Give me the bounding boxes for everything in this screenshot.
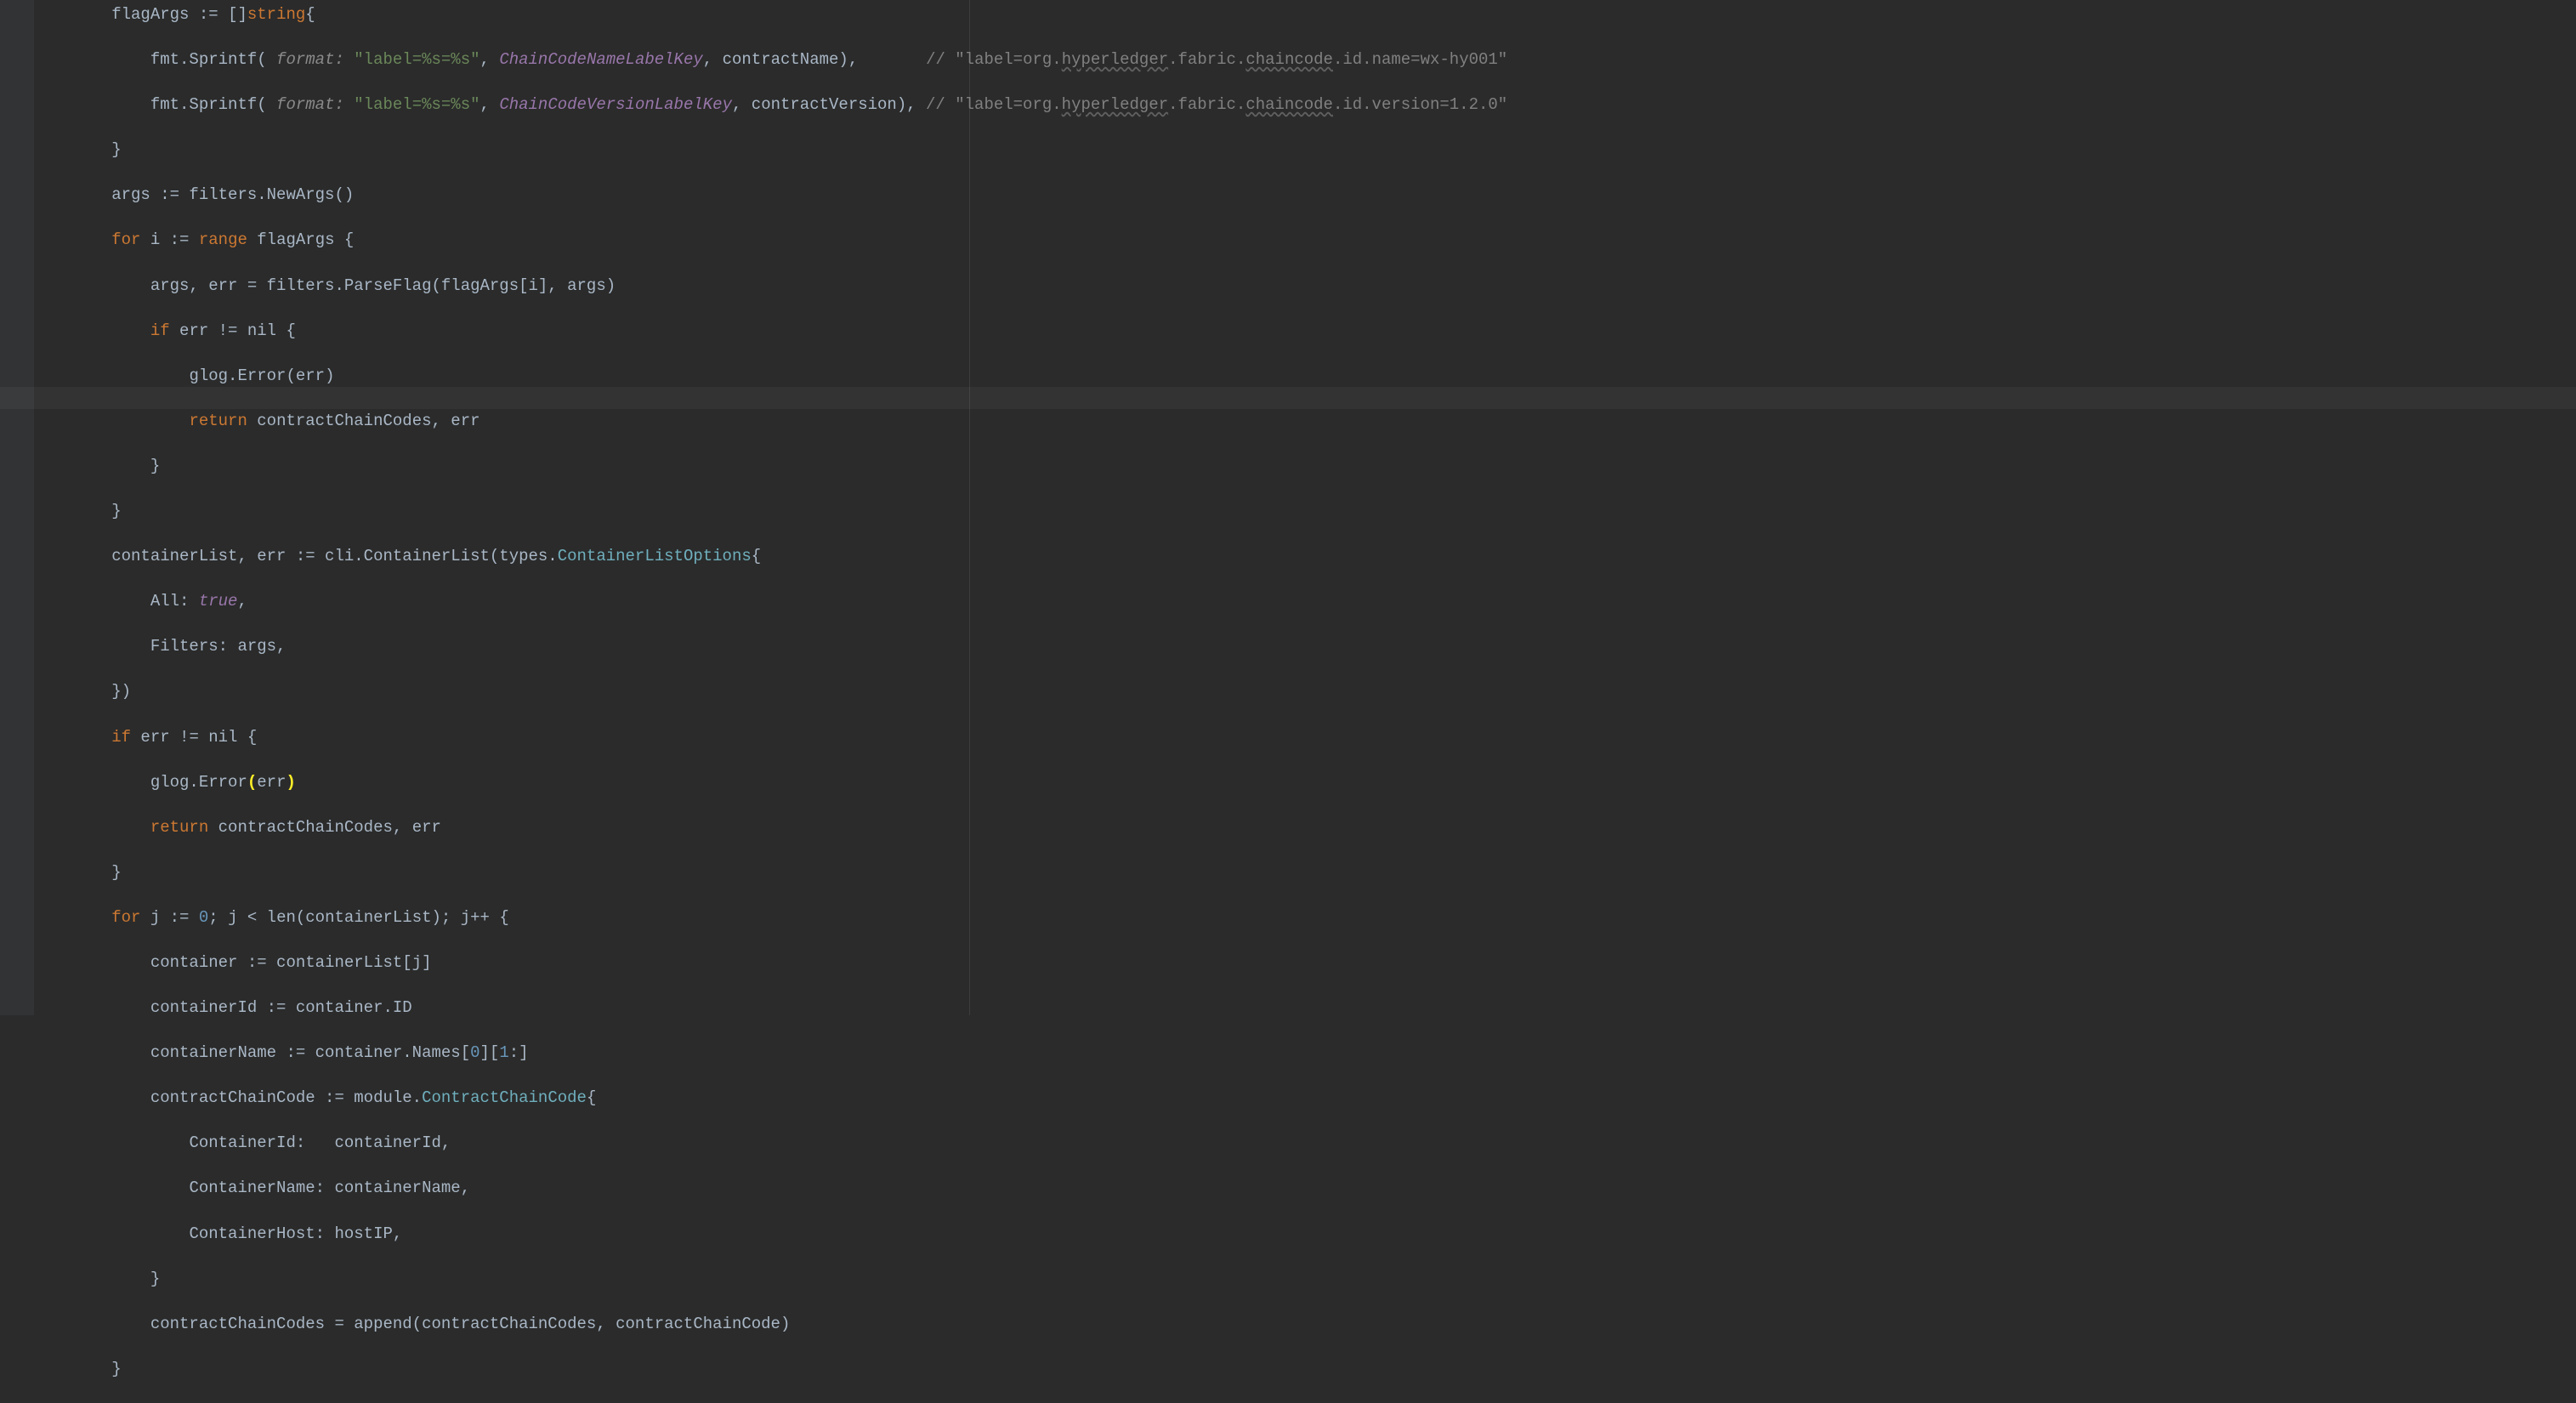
code-line[interactable]: }: [34, 455, 2576, 478]
code-line[interactable]: All: true,: [34, 590, 2576, 613]
code-line[interactable]: }: [34, 1358, 2576, 1381]
code-line[interactable]: }: [34, 861, 2576, 884]
code-line[interactable]: container := containerList[j]: [34, 951, 2576, 974]
code-line[interactable]: contractChainCode := module.ContractChai…: [34, 1087, 2576, 1110]
code-line[interactable]: glog.Error(err): [34, 771, 2576, 794]
code-line[interactable]: contractChainCodes = append(contractChai…: [34, 1313, 2576, 1336]
code-line[interactable]: }: [34, 500, 2576, 523]
code-line[interactable]: args := filters.NewArgs(): [34, 184, 2576, 207]
code-line[interactable]: if err != nil {: [34, 726, 2576, 749]
code-line[interactable]: }: [34, 139, 2576, 162]
code-line[interactable]: args, err = filters.ParseFlag(flagArgs[i…: [34, 275, 2576, 298]
code-line[interactable]: }): [34, 680, 2576, 703]
editor-gutter: [0, 0, 34, 1015]
code-line[interactable]: ContainerId: containerId,: [34, 1132, 2576, 1155]
code-line[interactable]: containerId := container.ID: [34, 997, 2576, 1020]
code-line[interactable]: ContainerHost: hostIP,: [34, 1223, 2576, 1246]
code-line[interactable]: fmt.Sprintf( format: "label=%s=%s", Chai…: [34, 94, 2576, 116]
code-line[interactable]: if err != nil {: [34, 320, 2576, 343]
code-line[interactable]: for i := range flagArgs {: [34, 229, 2576, 252]
code-line[interactable]: flagArgs := []string{: [34, 3, 2576, 26]
code-line[interactable]: containerName := container.Names[0][1:]: [34, 1042, 2576, 1065]
code-editor[interactable]: flagArgs := []string{ fmt.Sprintf( forma…: [34, 0, 2576, 1403]
code-line[interactable]: Filters: args,: [34, 635, 2576, 658]
code-line[interactable]: return contractChainCodes, err: [34, 410, 2576, 433]
code-line[interactable]: }: [34, 1268, 2576, 1291]
code-line[interactable]: ContainerName: containerName,: [34, 1177, 2576, 1200]
code-line[interactable]: for j := 0; j < len(containerList); j++ …: [34, 906, 2576, 929]
code-line[interactable]: return contractChainCodes, err: [34, 816, 2576, 839]
code-line[interactable]: fmt.Sprintf( format: "label=%s=%s", Chai…: [34, 48, 2576, 71]
code-line[interactable]: containerList, err := cli.ContainerList(…: [34, 545, 2576, 568]
code-line[interactable]: glog.Error(err): [34, 365, 2576, 388]
